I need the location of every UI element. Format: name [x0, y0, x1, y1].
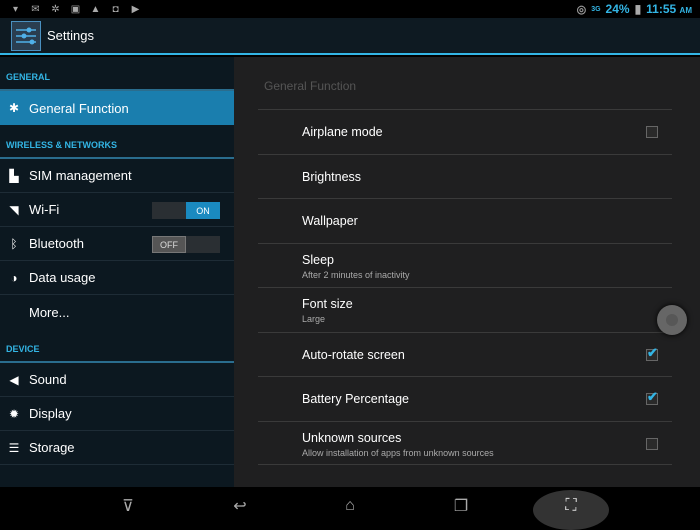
- setting-unknown-sources[interactable]: Unknown sources Allow installation of ap…: [258, 420, 672, 465]
- settings-sidebar: GENERAL ✱ General Function WIRELESS & NE…: [0, 57, 234, 487]
- bluetooth-toggle[interactable]: OFF: [152, 236, 220, 253]
- hide-keyboard-icon[interactable]: ⊽: [113, 496, 143, 516]
- app-title: Settings: [47, 28, 94, 43]
- sidebar-item-data-usage[interactable]: ◑ Data usage: [0, 261, 234, 295]
- setting-airplane-mode[interactable]: Airplane mode: [258, 109, 672, 154]
- check-icon: ✔: [647, 344, 658, 360]
- wifi-icon: ◥: [9, 202, 19, 217]
- sidebar-item-sound[interactable]: ◀ Sound: [0, 363, 234, 397]
- setting-battery-percentage[interactable]: Battery Percentage ✔: [258, 376, 672, 421]
- setting-brightness[interactable]: Brightness: [258, 153, 672, 199]
- battery-icon: ▮: [634, 2, 642, 16]
- sidebar-item-storage[interactable]: ☰ Storage: [0, 431, 234, 465]
- signal-icon: 3G: [591, 5, 601, 13]
- warning-icon: ▲: [90, 3, 101, 15]
- sidebar-item-more[interactable]: More...: [0, 295, 234, 329]
- wifi-toggle[interactable]: ON: [152, 202, 220, 219]
- floating-assistive-button[interactable]: [657, 305, 687, 335]
- settings-app-icon[interactable]: [11, 20, 41, 51]
- content-pane: General Function Airplane mode Brightnes…: [234, 57, 700, 487]
- data-usage-icon: ◑: [10, 270, 18, 285]
- check-icon: ✔: [647, 389, 658, 404]
- sidebar-item-wifi[interactable]: ◥ Wi-Fi ON: [0, 193, 234, 227]
- setting-wallpaper[interactable]: Wallpaper: [258, 198, 672, 243]
- sound-icon: ◀: [9, 372, 19, 387]
- display-icon: ✹: [8, 406, 20, 421]
- unknown-sources-checkbox[interactable]: [646, 437, 658, 450]
- setting-auto-rotate[interactable]: Auto-rotate screen ✔: [258, 331, 672, 377]
- back-icon[interactable]: ↩: [225, 496, 255, 516]
- setting-font-size[interactable]: Font size Large: [258, 287, 672, 332]
- home-icon[interactable]: ⌂: [335, 497, 365, 515]
- clock: 11:55 AM: [646, 2, 692, 16]
- shopping-bag-icon: ◘: [112, 3, 119, 15]
- content-title: General Function: [264, 79, 357, 93]
- bluetooth-icon: ᛒ: [10, 236, 18, 251]
- storage-icon: ☰: [8, 440, 20, 455]
- setting-sleep[interactable]: Sleep After 2 minutes of inactivity: [258, 242, 672, 288]
- auto-rotate-checkbox[interactable]: ✔: [646, 345, 658, 361]
- section-header-wireless: WIRELESS & NETWORKS: [0, 125, 234, 159]
- sync-icon: ✲: [51, 3, 60, 15]
- sidebar-item-display[interactable]: ✹ Display: [0, 397, 234, 431]
- section-header-device: DEVICE: [0, 329, 234, 363]
- sidebar-item-bluetooth[interactable]: ᛒ Bluetooth OFF: [0, 227, 234, 261]
- wifi-question-icon: ▾: [12, 3, 19, 15]
- recents-icon[interactable]: ❐: [446, 496, 476, 516]
- gear-icon: ✱: [8, 101, 20, 115]
- store-icon: ▶: [131, 3, 140, 15]
- gmail-icon: ✉: [31, 3, 40, 15]
- sidebar-item-general-function[interactable]: ✱ General Function: [0, 91, 234, 125]
- section-header-general: GENERAL: [0, 57, 234, 91]
- battery-percent: 24%: [605, 2, 630, 16]
- airplane-mode-checkbox[interactable]: [646, 126, 658, 138]
- sim-icon: ▙: [9, 168, 19, 183]
- sidebar-item-sim-management[interactable]: ▙ SIM management: [0, 159, 234, 193]
- screenshot-icon[interactable]: ⛶: [556, 497, 586, 515]
- status-bar: ▾ ✉ ✲ ▣ ▲ ◘ ▶ ◎ 3G 24% ▮ 11:55 AM: [0, 0, 700, 18]
- battery-percentage-checkbox[interactable]: ✔: [646, 389, 658, 405]
- image-icon: ▣: [70, 3, 81, 15]
- alarm-icon: ◎: [576, 3, 587, 16]
- action-bar: Settings: [0, 18, 700, 55]
